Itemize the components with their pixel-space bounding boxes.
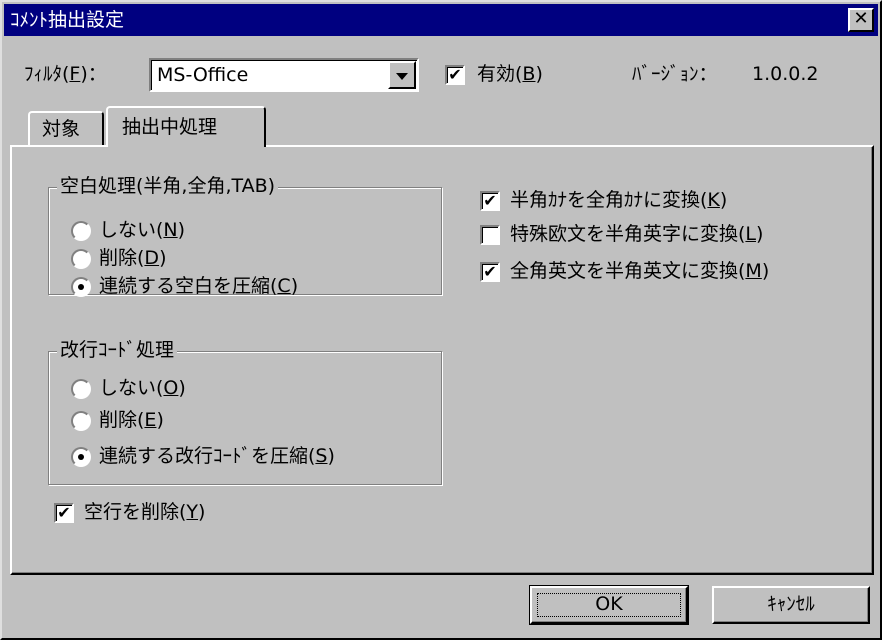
- version-label: ﾊﾞｰｼﾞｮﾝ：: [632, 63, 718, 85]
- newline-group: 改行ｺｰﾄﾞ処理 しない(O) 削除(E) 連続する改行ｺｰﾄﾞを圧縮(S): [48, 338, 442, 485]
- focus-rect: [537, 593, 681, 617]
- whitespace-delete-radio[interactable]: [71, 249, 91, 269]
- check-icon: ✔: [57, 503, 71, 522]
- filter-dropdown-button[interactable]: [388, 61, 416, 89]
- window-title: ｺﾒﾝﾄ抽出設定: [10, 9, 125, 31]
- whitespace-group: 空白処理(半角,全角,TAB) しない(N) 削除(D) 連続する空白を圧縮(C…: [48, 174, 442, 298]
- filter-label: ﾌｨﾙﾀ(F)：: [24, 63, 107, 85]
- whitespace-delete-label[interactable]: 削除(D): [99, 246, 166, 270]
- whitespace-compress-radio[interactable]: [71, 277, 91, 297]
- filter-select-value: MS-Office: [157, 64, 249, 86]
- newline-compress-label[interactable]: 連続する改行ｺｰﾄﾞを圧縮(S): [99, 444, 335, 468]
- chevron-down-icon: [396, 73, 408, 80]
- newline-delete-radio[interactable]: [71, 411, 91, 431]
- fullwidth-english-label[interactable]: 全角英文を半角英文に変換(M): [510, 259, 769, 283]
- newline-delete-label[interactable]: 削除(E): [99, 408, 164, 432]
- whitespace-none-label[interactable]: しない(N): [99, 218, 185, 242]
- whitespace-compress-label[interactable]: 連続する空白を圧縮(C): [99, 274, 298, 298]
- tab-extract-processing[interactable]: 抽出中処理: [106, 106, 266, 147]
- kana-to-fullwidth-label[interactable]: 半角ｶﾅを全角ｶﾅに変換(K): [510, 188, 727, 212]
- check-icon: ✔: [483, 262, 497, 281]
- tab-extract-processing-label: 抽出中処理: [122, 116, 218, 138]
- cancel-button-label: ｷｬﾝｾﾙ: [767, 593, 815, 615]
- kana-to-fullwidth-checkbox[interactable]: ✔: [480, 191, 500, 211]
- fullwidth-english-checkbox[interactable]: ✔: [480, 262, 500, 282]
- check-icon: ✔: [448, 65, 462, 84]
- newline-none-radio[interactable]: [71, 379, 91, 399]
- newline-group-title: 改行ｺｰﾄﾞ処理: [57, 338, 178, 362]
- special-latin-checkbox[interactable]: [480, 225, 500, 245]
- whitespace-none-radio[interactable]: [71, 221, 91, 241]
- cancel-button[interactable]: ｷｬﾝｾﾙ: [712, 586, 870, 624]
- check-icon: ✔: [483, 191, 497, 210]
- tab-panel: 空白処理(半角,全角,TAB) しない(N) 削除(D) 連続する空白を圧縮(C…: [10, 145, 874, 575]
- newline-none-label[interactable]: しない(O): [99, 376, 186, 400]
- version-value: 1.0.0.2: [752, 63, 819, 85]
- ok-button[interactable]: OK: [529, 585, 689, 625]
- newline-compress-radio[interactable]: [71, 447, 91, 467]
- dialog-window: ｺﾒﾝﾄ抽出設定 ✕ ﾌｨﾙﾀ(F)： MS-Office ✔ 有効(B) ﾊﾞ…: [0, 0, 882, 640]
- title-bar: ｺﾒﾝﾄ抽出設定 ✕: [4, 4, 878, 36]
- enabled-checkbox[interactable]: ✔: [445, 65, 465, 85]
- delete-blank-lines-checkbox[interactable]: ✔: [54, 503, 74, 523]
- close-icon: ✕: [853, 8, 869, 29]
- tab-target-label: 対象: [42, 118, 81, 140]
- enabled-label[interactable]: 有効(B): [477, 62, 543, 86]
- tab-target[interactable]: 対象: [28, 111, 104, 147]
- close-button[interactable]: ✕: [848, 8, 874, 32]
- delete-blank-lines-label[interactable]: 空行を削除(Y): [84, 500, 205, 524]
- whitespace-group-title: 空白処理(半角,全角,TAB): [57, 174, 279, 198]
- filter-select[interactable]: MS-Office: [149, 58, 419, 92]
- special-latin-label[interactable]: 特殊欧文を半角英字に変換(L): [510, 222, 763, 246]
